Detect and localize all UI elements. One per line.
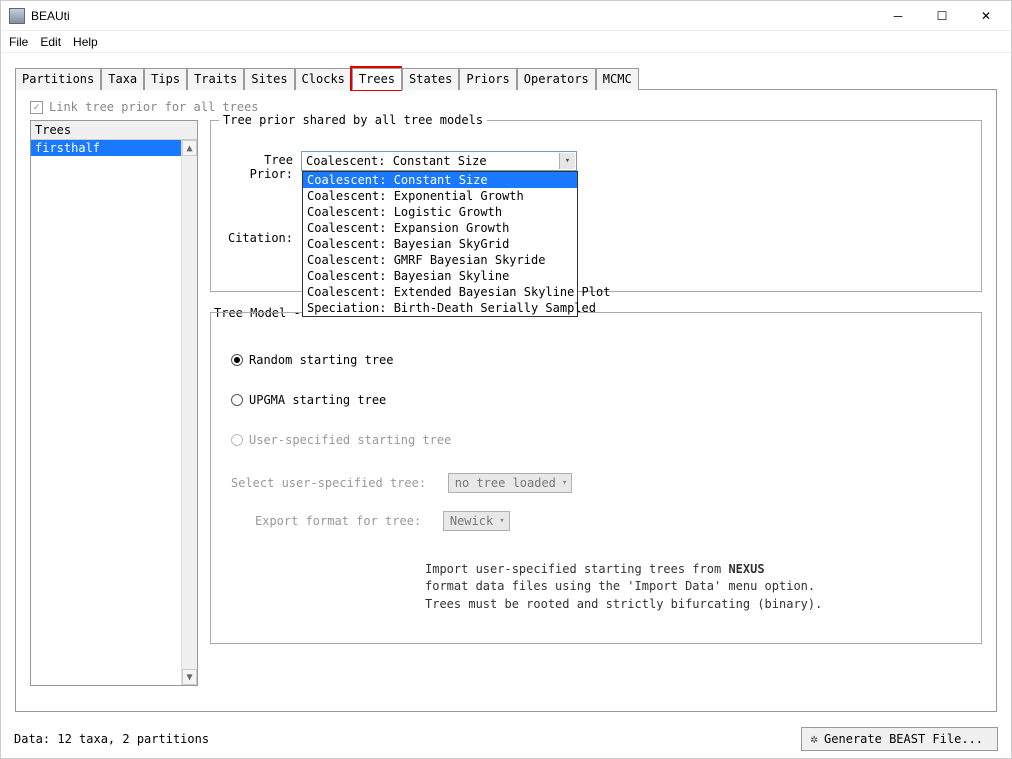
upgma-starting-tree-radio[interactable] bbox=[231, 394, 243, 406]
tree-prior-label: Tree Prior: bbox=[225, 151, 301, 181]
right-pane: Tree prior shared by all tree models Tre… bbox=[210, 120, 982, 686]
status-bar: Data: 12 taxa, 2 partitions ✲ Generate B… bbox=[14, 727, 998, 751]
chevron-down-icon: ▾ bbox=[562, 478, 567, 488]
tab-trees[interactable]: Trees bbox=[352, 68, 402, 90]
trees-list-item[interactable]: firsthalf bbox=[31, 140, 197, 156]
tab-states[interactable]: States bbox=[402, 68, 459, 90]
random-starting-tree-label: Random starting tree bbox=[249, 353, 394, 367]
select-user-tree-value: no tree loaded bbox=[455, 476, 556, 490]
dropdown-option[interactable]: Coalescent: Bayesian SkyGrid bbox=[303, 236, 577, 252]
export-format-combo: Newick ▾ bbox=[443, 511, 510, 531]
tab-taxa[interactable]: Taxa bbox=[101, 68, 144, 90]
tab-clocks[interactable]: Clocks bbox=[295, 68, 352, 90]
generate-beast-file-button[interactable]: ✲ Generate BEAST File... bbox=[801, 727, 998, 751]
tree-model-fieldset: Random starting tree UPGMA starting tree… bbox=[210, 312, 982, 644]
select-user-tree-label: Select user-specified tree: bbox=[231, 476, 426, 490]
menu-edit[interactable]: Edit bbox=[36, 33, 65, 51]
tree-prior-legend: Tree prior shared by all tree models bbox=[219, 113, 487, 127]
export-format-label: Export format for tree: bbox=[255, 514, 421, 528]
dropdown-option[interactable]: Coalescent: Exponential Growth bbox=[303, 188, 577, 204]
tab-traits[interactable]: Traits bbox=[187, 68, 244, 90]
dropdown-option[interactable]: Coalescent: Constant Size bbox=[303, 172, 577, 188]
select-user-tree-combo: no tree loaded ▾ bbox=[448, 473, 573, 493]
help-line-3: Trees must be rooted and strictly bifurc… bbox=[425, 597, 822, 611]
window-title: BEAUti bbox=[31, 9, 885, 23]
dropdown-option[interactable]: Coalescent: Expansion Growth bbox=[303, 220, 577, 236]
menu-help[interactable]: Help bbox=[69, 33, 102, 51]
chevron-down-icon: ▾ bbox=[499, 516, 504, 526]
user-starting-tree-label: User-specified starting tree bbox=[249, 433, 451, 447]
trees-list-header: Trees bbox=[31, 121, 197, 140]
dropdown-option[interactable]: Speciation: Birth-Death Serially Sampled bbox=[303, 300, 577, 316]
help-line-2: format data files using the 'Import Data… bbox=[425, 579, 815, 593]
tab-tips[interactable]: Tips bbox=[144, 68, 187, 90]
import-help-text: Import user-specified starting trees fro… bbox=[425, 561, 967, 613]
tab-bar: Partitions Taxa Tips Traits Sites Clocks… bbox=[15, 67, 997, 90]
tab-operators[interactable]: Operators bbox=[517, 68, 596, 90]
minimize-button[interactable]: ─ bbox=[885, 9, 911, 23]
generate-beast-file-label: Generate BEAST File... bbox=[824, 732, 983, 746]
link-tree-prior-row: ✓ Link tree prior for all trees bbox=[30, 100, 982, 114]
menu-file[interactable]: File bbox=[5, 33, 32, 51]
dropdown-option[interactable]: Coalescent: Logistic Growth bbox=[303, 204, 577, 220]
content-pane: ✓ Link tree prior for all trees Trees fi… bbox=[15, 90, 997, 712]
export-format-value: Newick bbox=[450, 514, 493, 528]
tree-prior-dropdown[interactable]: Coalescent: Constant Size Coalescent: Ex… bbox=[302, 171, 578, 317]
app-icon bbox=[9, 8, 25, 24]
upgma-starting-tree-label: UPGMA starting tree bbox=[249, 393, 386, 407]
user-starting-tree-row: User-specified starting tree bbox=[231, 433, 967, 447]
link-tree-prior-label: Link tree prior for all trees bbox=[49, 100, 259, 114]
dropdown-option[interactable]: Coalescent: GMRF Bayesian Skyride bbox=[303, 252, 577, 268]
user-starting-tree-radio bbox=[231, 434, 243, 446]
link-tree-prior-checkbox[interactable]: ✓ bbox=[30, 101, 43, 114]
maximize-button[interactable]: ☐ bbox=[929, 9, 955, 23]
tree-prior-fieldset: Tree prior shared by all tree models Tre… bbox=[210, 120, 982, 292]
random-starting-tree-radio[interactable] bbox=[231, 354, 243, 366]
help-line-1-prefix: Import user-specified starting trees fro… bbox=[425, 562, 728, 576]
scroll-up-icon[interactable]: ▲ bbox=[182, 140, 197, 156]
trees-list-scrollbar[interactable]: ▲ ▼ bbox=[181, 140, 197, 685]
upgma-starting-tree-row[interactable]: UPGMA starting tree bbox=[231, 393, 967, 407]
tab-mcmc[interactable]: MCMC bbox=[596, 68, 639, 90]
gear-icon: ✲ bbox=[810, 732, 818, 747]
tree-prior-combo[interactable]: Coalescent: Constant Size ▾ Coalescent: … bbox=[301, 151, 577, 171]
menu-bar: File Edit Help bbox=[1, 31, 1011, 53]
citation-label: Citation: bbox=[225, 229, 301, 245]
title-bar: BEAUti ─ ☐ ✕ bbox=[1, 1, 1011, 31]
chevron-down-icon: ▾ bbox=[559, 153, 575, 169]
trees-list[interactable]: firsthalf ▲ ▼ bbox=[31, 140, 197, 685]
random-starting-tree-row[interactable]: Random starting tree bbox=[231, 353, 967, 367]
tab-sites[interactable]: Sites bbox=[244, 68, 294, 90]
tree-prior-value: Coalescent: Constant Size bbox=[306, 154, 487, 168]
tab-partitions[interactable]: Partitions bbox=[15, 68, 101, 90]
close-button[interactable]: ✕ bbox=[973, 9, 999, 23]
status-text: Data: 12 taxa, 2 partitions bbox=[14, 732, 209, 746]
trees-list-pane: Trees firsthalf ▲ ▼ bbox=[30, 120, 198, 686]
tab-priors[interactable]: Priors bbox=[459, 68, 516, 90]
dropdown-option[interactable]: Coalescent: Extended Bayesian Skyline Pl… bbox=[303, 284, 577, 300]
help-line-1-bold: NEXUS bbox=[728, 562, 764, 576]
scroll-down-icon[interactable]: ▼ bbox=[182, 669, 197, 685]
dropdown-option[interactable]: Coalescent: Bayesian Skyline bbox=[303, 268, 577, 284]
